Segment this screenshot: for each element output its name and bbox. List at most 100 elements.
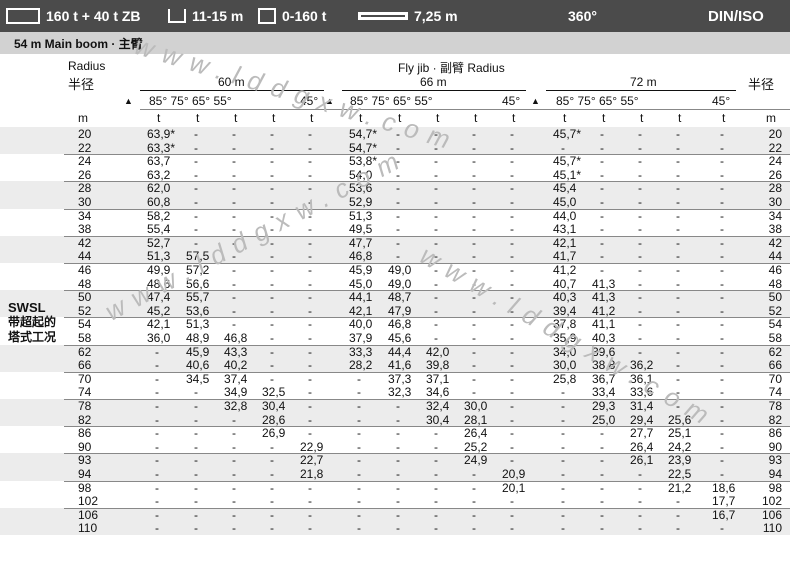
load-cell: - (357, 507, 361, 522)
load-cell: - (472, 494, 476, 509)
load-cell: - (720, 167, 724, 182)
load-cell: - (720, 222, 724, 237)
load-cell: 20,9 (502, 467, 526, 481)
load-cell: - (472, 467, 476, 481)
load-cell: - (676, 317, 680, 332)
load-cell: - (638, 331, 642, 345)
load-cell: - (561, 426, 565, 441)
load-cell: - (270, 467, 274, 481)
load-cell: - (396, 507, 400, 522)
load-cell: 25,0 (592, 412, 616, 427)
radius-cell-right: 38 (768, 222, 782, 237)
unit-t-cell: t (722, 111, 726, 125)
load-cell: - (600, 439, 604, 454)
load-cell: - (434, 222, 438, 237)
load-cell: 51,3 (147, 249, 171, 264)
load-cell: - (720, 154, 724, 169)
load-cell: - (396, 235, 400, 250)
load-cell: - (472, 385, 476, 400)
load-cell: - (720, 249, 724, 264)
radius-cell: 102 (78, 494, 99, 509)
load-cell: - (270, 439, 274, 454)
capacity-icon (6, 8, 40, 24)
load-cell: - (561, 385, 565, 400)
load-cell: - (600, 140, 604, 155)
swsl-label: SWSL 带超起的 塔式工况 (8, 300, 56, 345)
load-cell: - (270, 181, 274, 196)
load-cell: - (155, 371, 159, 386)
load-cell: 26,4 (464, 426, 488, 441)
load-cell: 34,6 (426, 385, 450, 400)
load-cell: - (155, 439, 159, 454)
load-cell: 46,8 (349, 249, 373, 264)
load-cell: - (308, 358, 312, 373)
load-cell: 28,6 (262, 412, 286, 427)
load-cell: 30,0 (553, 358, 577, 373)
load-cell: - (232, 453, 236, 468)
load-cell: - (357, 426, 361, 441)
load-cell: - (270, 167, 274, 182)
unit-t-cell: t (157, 111, 161, 125)
load-cell: - (270, 480, 274, 495)
load-cell: - (720, 426, 724, 441)
load-cell: 33,3 (349, 344, 373, 359)
load-cell: - (232, 127, 236, 141)
radius-cell: 22 (78, 140, 92, 155)
slew-text: 360° (568, 8, 597, 24)
load-cell: 37,4 (224, 371, 248, 386)
unit-t-cell: t (602, 111, 606, 125)
angle45-72: 45° (712, 94, 731, 108)
load-cell: - (720, 385, 724, 400)
load-cell: - (676, 331, 680, 345)
load-cell: 29,4 (630, 412, 654, 427)
load-cell: - (561, 140, 565, 155)
load-cell: - (270, 140, 274, 155)
load-cell: - (510, 222, 514, 237)
load-cell: - (510, 412, 514, 427)
load-cell: - (270, 303, 274, 318)
load-cell: - (232, 276, 236, 291)
load-cell: - (510, 127, 514, 141)
load-cell: - (638, 249, 642, 264)
load-cell: - (676, 344, 680, 359)
radius-label-cn-right: 半径 (748, 77, 775, 92)
radius-cell: 94 (78, 467, 92, 481)
radius-cell: 54 (78, 317, 92, 332)
load-cell: - (472, 507, 476, 522)
load-cell: 32,3 (388, 385, 412, 400)
load-cell: - (155, 521, 159, 536)
radius-cell-right: 90 (768, 439, 782, 454)
load-cell: 16,7 (712, 507, 736, 522)
row-band (0, 235, 790, 263)
load-cell: - (600, 494, 604, 509)
load-cell: - (357, 399, 361, 413)
unit-t-cell: t (234, 111, 238, 125)
load-cell: 63,9* (147, 127, 176, 141)
load-cell: - (720, 371, 724, 386)
counterweight-text: 11-15 m (192, 8, 244, 24)
load-cell: - (600, 507, 604, 522)
angle45-66: 45° (502, 94, 521, 108)
radius-cell-right: 102 (761, 494, 782, 509)
load-cell: - (232, 317, 236, 332)
load-cell: - (638, 154, 642, 169)
load-cell: 40,3 (553, 290, 577, 305)
radius-cell: 52 (78, 303, 92, 318)
load-cell: - (638, 276, 642, 291)
load-cell: 30,4 (426, 412, 450, 427)
track-text: 7,25 m (414, 8, 458, 24)
load-cell: - (600, 426, 604, 441)
radius-cell: 58 (78, 331, 92, 345)
flyjib-label: Fly jib · 副臂 Radius (398, 61, 505, 75)
load-cell: - (308, 385, 312, 400)
load-cell: - (638, 303, 642, 318)
load-cell: - (510, 167, 514, 182)
load-cell: - (396, 195, 400, 209)
load-cell: 45,7* (553, 154, 582, 169)
radius-cell: 90 (78, 439, 92, 454)
load-cell: 41,3 (592, 290, 616, 305)
load-cell: - (561, 494, 565, 509)
radius-cell: 110 (78, 521, 98, 536)
load-cell: - (510, 249, 514, 264)
load-cell: - (194, 494, 198, 509)
